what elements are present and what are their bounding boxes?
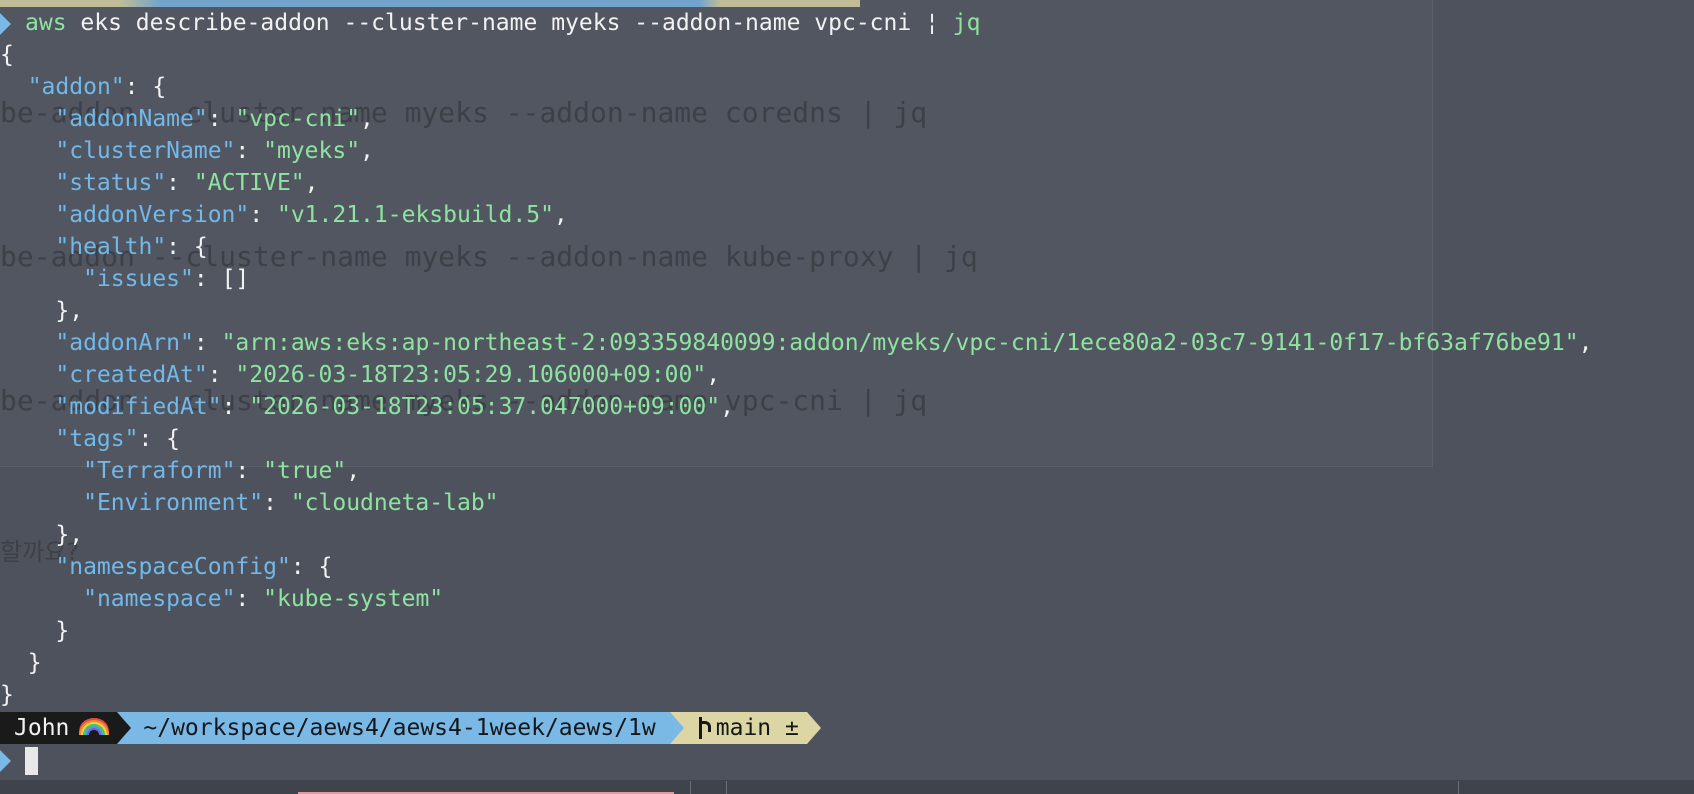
command-filter: jq (938, 10, 981, 36)
json-key: "createdAt" (55, 362, 208, 388)
json-value: [] (221, 266, 250, 292)
command-args: eks describe-addon --cluster-name myeks … (66, 10, 926, 36)
shell-prompt: John ~/workspace/aews4/aews4-1week/aews/… (0, 712, 821, 744)
json-value: "cloudneta-lab" (290, 490, 499, 516)
json-key: "modifiedAt" (55, 394, 222, 420)
status-divider (726, 781, 727, 794)
json-value: "kube-system" (263, 586, 444, 612)
json-value: "2026-03-18T23:05:37.047000+09:00" (249, 394, 721, 420)
json-line: } (0, 650, 42, 676)
json-key: "addonVersion" (55, 202, 250, 228)
segment-separator (117, 712, 132, 744)
json-line: "Terraform": "true", (83, 458, 361, 484)
json-line: }, (0, 522, 84, 548)
json-value: "arn:aws:eks:ap-northeast-2:093359840099… (221, 330, 1579, 356)
json-key: "health" (55, 234, 167, 260)
json-key: "addon" (27, 74, 125, 100)
segment-separator (669, 712, 684, 744)
json-key: "issues" (83, 266, 194, 292)
prompt-user-segment: John (0, 712, 132, 744)
json-value: "v1.21.1-eksbuild.5" (276, 202, 554, 228)
json-line: } (0, 682, 14, 708)
json-line: "clusterName": "myeks", (55, 138, 374, 164)
json-value: "ACTIVE" (193, 170, 305, 196)
json-line: "issues": [] (83, 266, 250, 292)
json-line: "addonVersion": "v1.21.1-eksbuild.5", (55, 202, 568, 228)
command-input-line[interactable] (0, 745, 38, 777)
json-line: }, (0, 298, 84, 324)
json-brace: { (0, 42, 14, 68)
json-line: "modifiedAt": "2026-03-18T23:05:37.04700… (55, 394, 734, 420)
rainbow-icon (79, 717, 110, 735)
json-key: "clusterName" (55, 138, 236, 164)
command-program: aws (25, 10, 67, 36)
json-key: "addonArn" (55, 330, 194, 356)
command-pipe: ¦ (925, 10, 939, 36)
json-key: "namespaceConfig" (55, 554, 291, 580)
json-line: "addonArn": "arn:aws:eks:ap-northeast-2:… (55, 330, 1593, 356)
prompt-arrow-icon (0, 750, 11, 772)
json-line: "status": "ACTIVE", (55, 170, 319, 196)
prompt-arrow-icon (0, 12, 11, 35)
json-line: "Environment": "cloudneta-lab" (83, 490, 499, 516)
json-line: "health": { (55, 234, 208, 260)
git-branch-icon (696, 717, 711, 739)
prompt-path: ~/workspace/aews4/aews4-1week/aews/1w (143, 715, 656, 741)
json-line: "namespace": "kube-system" (83, 586, 444, 612)
json-line: { (0, 39, 14, 71)
json-key: "Terraform" (83, 458, 236, 484)
json-key: "namespace" (83, 586, 236, 612)
json-line: "tags": { (55, 426, 181, 452)
json-value: "true" (263, 458, 347, 484)
json-value: "2026-03-18T23:05:29.106000+09:00" (235, 362, 707, 388)
command-line: aws eks describe-addon --cluster-name my… (0, 7, 980, 39)
segment-separator (806, 712, 821, 744)
json-key: "tags" (55, 426, 139, 452)
json-key: "addonName" (55, 106, 208, 132)
prompt-user: John (14, 715, 70, 741)
prompt-path-segment: ~/workspace/aews4/aews4-1week/aews/1w (117, 712, 684, 744)
prompt-branch: main ± (715, 715, 799, 741)
background-prompt-bar (0, 0, 860, 7)
prompt-git-segment: main ± (669, 712, 821, 744)
json-key: "Environment" (83, 490, 264, 516)
json-line: "createdAt": "2026-03-18T23:05:29.106000… (55, 362, 721, 388)
json-line: "addon": { (27, 74, 167, 100)
json-key: "status" (55, 170, 167, 196)
json-line: "addonName": "vpc-cni", (55, 106, 374, 132)
json-line: } (0, 618, 70, 644)
json-value: "myeks" (263, 138, 361, 164)
status-divider (1458, 781, 1459, 794)
status-divider (690, 781, 691, 794)
json-line: "namespaceConfig": { (55, 554, 333, 580)
status-bar (0, 780, 1694, 794)
text-cursor[interactable] (25, 747, 38, 775)
json-value: "vpc-cni" (235, 106, 361, 132)
